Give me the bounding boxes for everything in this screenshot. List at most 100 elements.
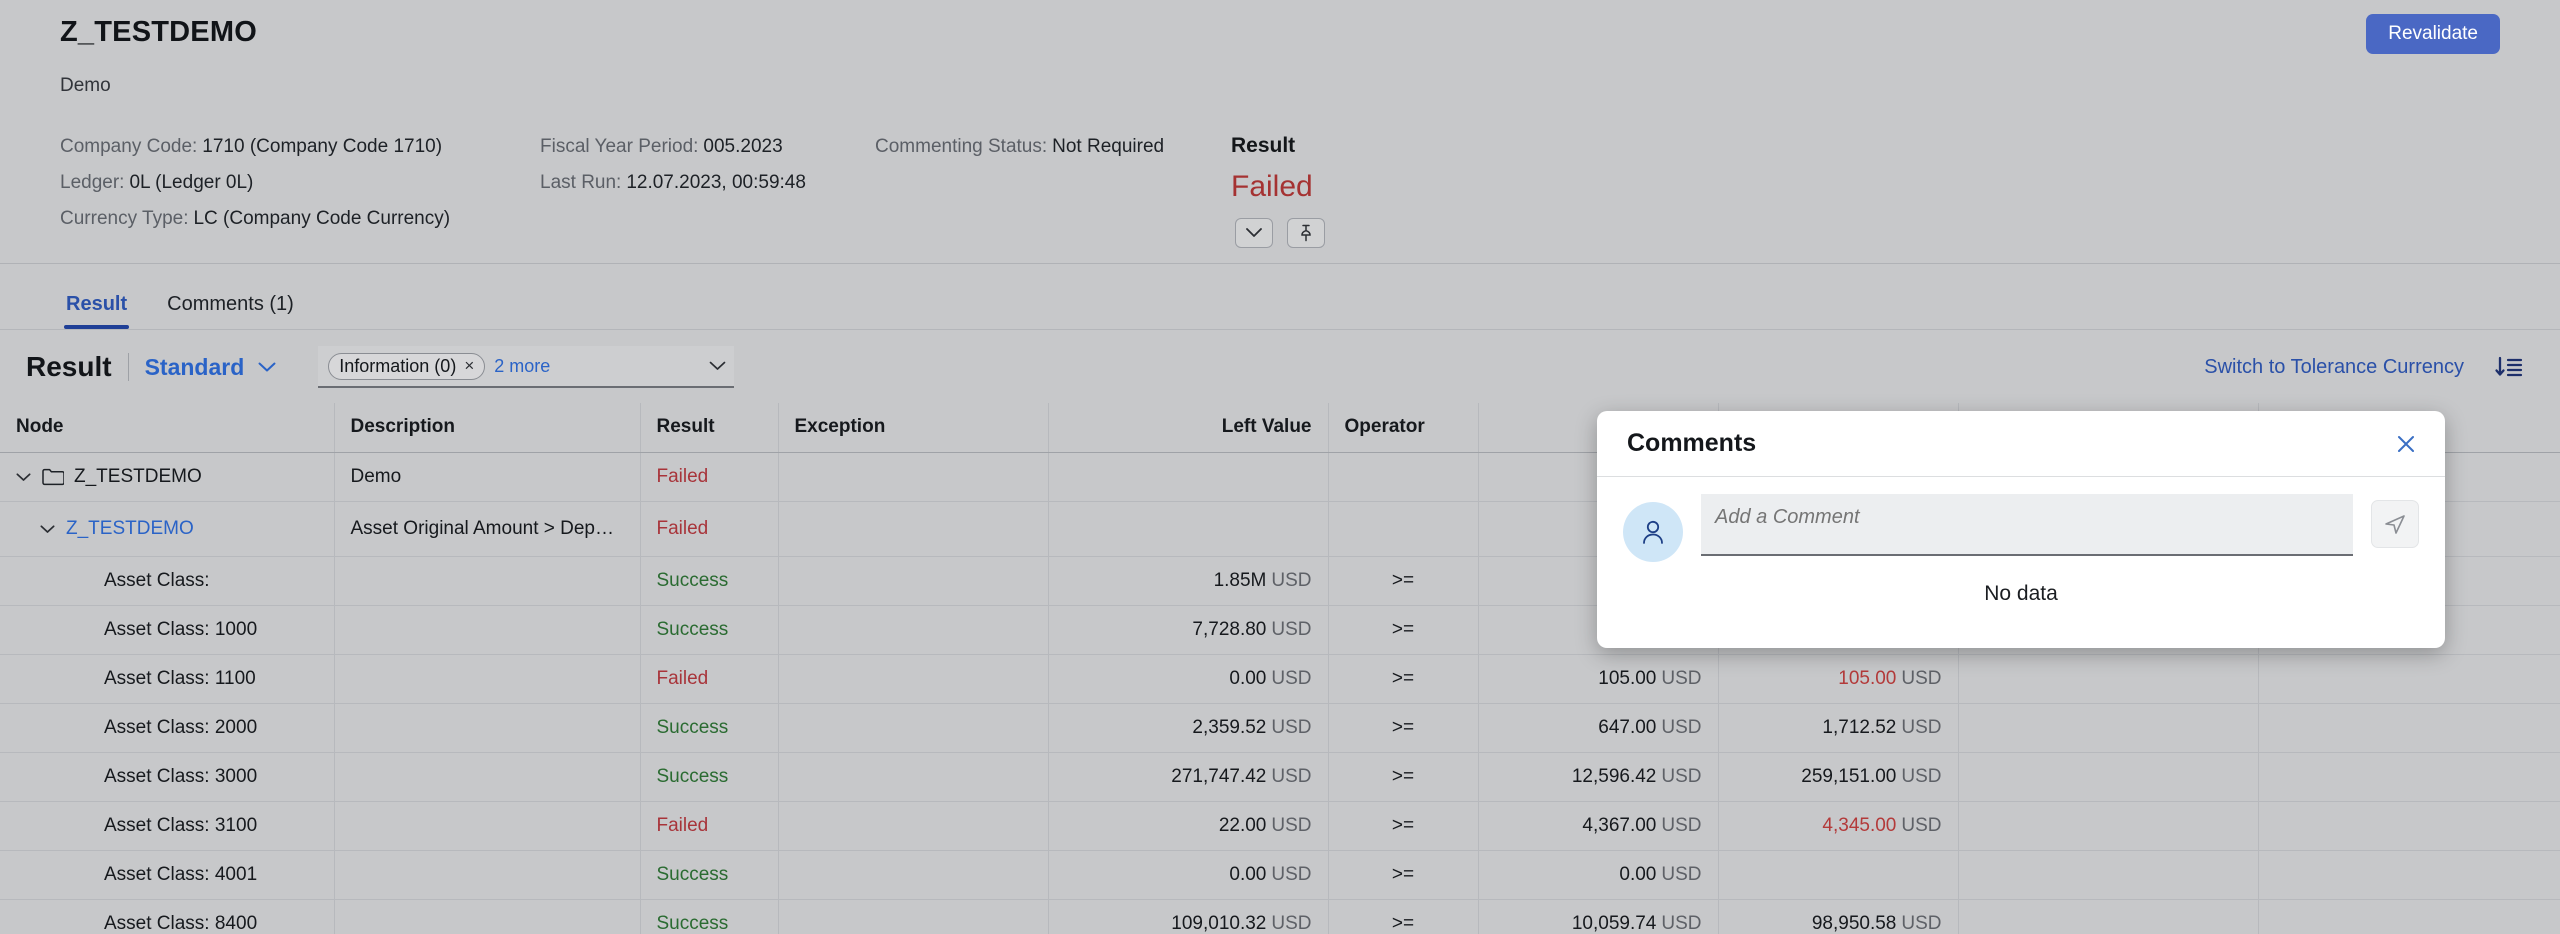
status-badge: Success — [656, 717, 729, 738]
status-badge: Success — [656, 913, 729, 934]
table-row[interactable]: Asset Class: 2000 Success 2,359.52 USD >= 647… — [0, 703, 2560, 753]
header-result-value: Failed — [1231, 170, 1313, 203]
cell-comments[interactable] — [2258, 752, 2560, 802]
cell-spacer — [1958, 703, 2259, 753]
attribute-label: Fiscal Year Period: — [540, 136, 699, 157]
cell-node[interactable]: Z_TESTDEMO — [0, 452, 335, 502]
variant-chevron-down-icon[interactable] — [258, 362, 276, 373]
filter-chevron-down-icon[interactable] — [709, 361, 726, 371]
add-comment-input[interactable] — [1701, 494, 2353, 556]
cell-comments[interactable] — [2258, 703, 2560, 753]
switch-to-tolerance-currency-link[interactable]: Switch to Tolerance Currency — [2204, 356, 2464, 379]
status-badge: Success — [656, 864, 729, 885]
table-row[interactable]: Asset Class: 3100 Failed 22.00 USD >= 4,367.0… — [0, 801, 2560, 851]
amount-value: 0.00 — [1229, 668, 1267, 689]
cell-result: Failed — [640, 452, 779, 502]
cell-operator: >= — [1328, 654, 1479, 704]
status-badge: Success — [656, 619, 729, 640]
amount-value: 4,345.00 — [1822, 815, 1897, 836]
cell-description — [334, 654, 641, 704]
column-header-left-value[interactable]: Left Value — [1048, 403, 1329, 453]
send-comment-button[interactable] — [2371, 500, 2419, 548]
cell-exception — [778, 899, 1049, 934]
close-icon[interactable] — [2391, 429, 2421, 459]
filter-input[interactable]: Information (0) × 2 more — [318, 346, 735, 388]
table-row[interactable]: Asset Class: 8400 Success 109,010.32 USD >= 1… — [0, 899, 2560, 934]
cell-left-value — [1048, 452, 1329, 502]
currency-code: USD — [1271, 619, 1312, 640]
node-label: Asset Class: 4001 — [104, 864, 258, 885]
attribute-label: Last Run: — [540, 172, 622, 193]
cell-node[interactable]: Asset Class: 3000 — [0, 752, 335, 802]
node-label[interactable]: Z_TESTDEMO — [66, 518, 194, 540]
cell-right-value: 0.00 USD — [1478, 850, 1719, 900]
variant-selector[interactable]: Standard — [145, 353, 245, 381]
tab-result[interactable]: Result — [46, 292, 147, 329]
cell-comments[interactable] — [2258, 801, 2560, 851]
toolbar-right-actions: Switch to Tolerance Currency — [2204, 355, 2524, 379]
amount-value: 7,728.80 — [1192, 619, 1267, 640]
currency-code: USD — [1271, 913, 1312, 934]
cell-right-value: 105.00 USD — [1478, 654, 1719, 704]
cell-description: Demo — [334, 452, 641, 502]
cell-difference — [1718, 850, 1959, 900]
column-header-result[interactable]: Result — [640, 403, 779, 453]
attribute-last-run: Last Run: 12.07.2023, 00:59:48 — [540, 168, 875, 197]
revalidate-button[interactable]: Revalidate — [2366, 14, 2500, 54]
cell-comments[interactable] — [2258, 654, 2560, 704]
cell-description: Asset Original Amount > Dep… — [334, 501, 641, 557]
currency-code: USD — [1901, 815, 1942, 836]
column-header-operator[interactable]: Operator — [1328, 403, 1479, 453]
close-icon[interactable]: × — [464, 356, 474, 376]
cell-node[interactable]: Asset Class: — [0, 556, 335, 606]
folder-icon — [42, 468, 64, 486]
cell-spacer — [1958, 654, 2259, 704]
attribute-label: Commenting Status: — [875, 136, 1048, 157]
node-cell: Z_TESTDEMO — [0, 518, 333, 540]
amount-value: 109,010.32 — [1171, 913, 1267, 934]
comments-popover-title: Comments — [1627, 429, 1757, 457]
tab-comments[interactable]: Comments (1) — [147, 292, 314, 329]
cell-comments[interactable] — [2258, 850, 2560, 900]
cell-node[interactable]: Z_TESTDEMO — [0, 501, 335, 557]
cell-comments[interactable] — [2258, 899, 2560, 934]
cell-description — [334, 801, 641, 851]
header-result-label: Result — [1231, 134, 1296, 157]
cell-node[interactable]: Asset Class: 4001 — [0, 850, 335, 900]
filter-more-link[interactable]: 2 more — [494, 356, 550, 377]
sort-icon[interactable] — [2494, 355, 2524, 379]
expand-collapse-chevron-icon[interactable] — [40, 524, 56, 534]
expand-collapse-chevron-icon[interactable] — [16, 472, 32, 482]
cell-result: Success — [640, 752, 779, 802]
currency-code: USD — [1661, 766, 1702, 787]
node-label: Asset Class: 3000 — [104, 766, 258, 787]
status-badge: Failed — [656, 466, 709, 487]
attribute-commenting-status: Commenting Status: Not Required — [875, 132, 1225, 161]
column-header-description[interactable]: Description — [334, 403, 641, 453]
pin-header-button[interactable] — [1287, 218, 1325, 248]
cell-node[interactable]: Asset Class: 2000 — [0, 703, 335, 753]
amount-value: 98,950.58 — [1811, 913, 1897, 934]
cell-node[interactable]: Asset Class: 8400 — [0, 899, 335, 934]
table-row[interactable]: Asset Class: 1100 Failed 0.00 USD >= 105.00 US… — [0, 654, 2560, 704]
cell-exception — [778, 605, 1049, 655]
table-row[interactable]: Asset Class: 4001 Success 0.00 USD >= 0.00 USD — [0, 850, 2560, 900]
cell-left-value: 22.00 USD — [1048, 801, 1329, 851]
header-toolbar-actions — [0, 218, 2560, 248]
cell-operator: >= — [1328, 801, 1479, 851]
cell-node[interactable]: Asset Class: 1000 — [0, 605, 335, 655]
amount-value: 647.00 — [1598, 717, 1657, 738]
cell-node[interactable]: Asset Class: 1100 — [0, 654, 335, 704]
cell-left-value: 0.00 USD — [1048, 850, 1329, 900]
column-header-exception[interactable]: Exception — [778, 403, 1049, 453]
cell-description — [334, 605, 641, 655]
cell-difference: 98,950.58 USD — [1718, 899, 1959, 934]
chevron-down-icon — [1246, 228, 1262, 238]
column-header-node[interactable]: Node — [0, 403, 335, 453]
table-row[interactable]: Asset Class: 3000 Success 271,747.42 USD >= 1… — [0, 752, 2560, 802]
cell-node[interactable]: Asset Class: 3100 — [0, 801, 335, 851]
filter-token-information[interactable]: Information (0) × — [328, 352, 486, 380]
collapse-header-button[interactable] — [1235, 218, 1273, 248]
cell-spacer — [1958, 752, 2259, 802]
cell-operator: >= — [1328, 556, 1479, 606]
